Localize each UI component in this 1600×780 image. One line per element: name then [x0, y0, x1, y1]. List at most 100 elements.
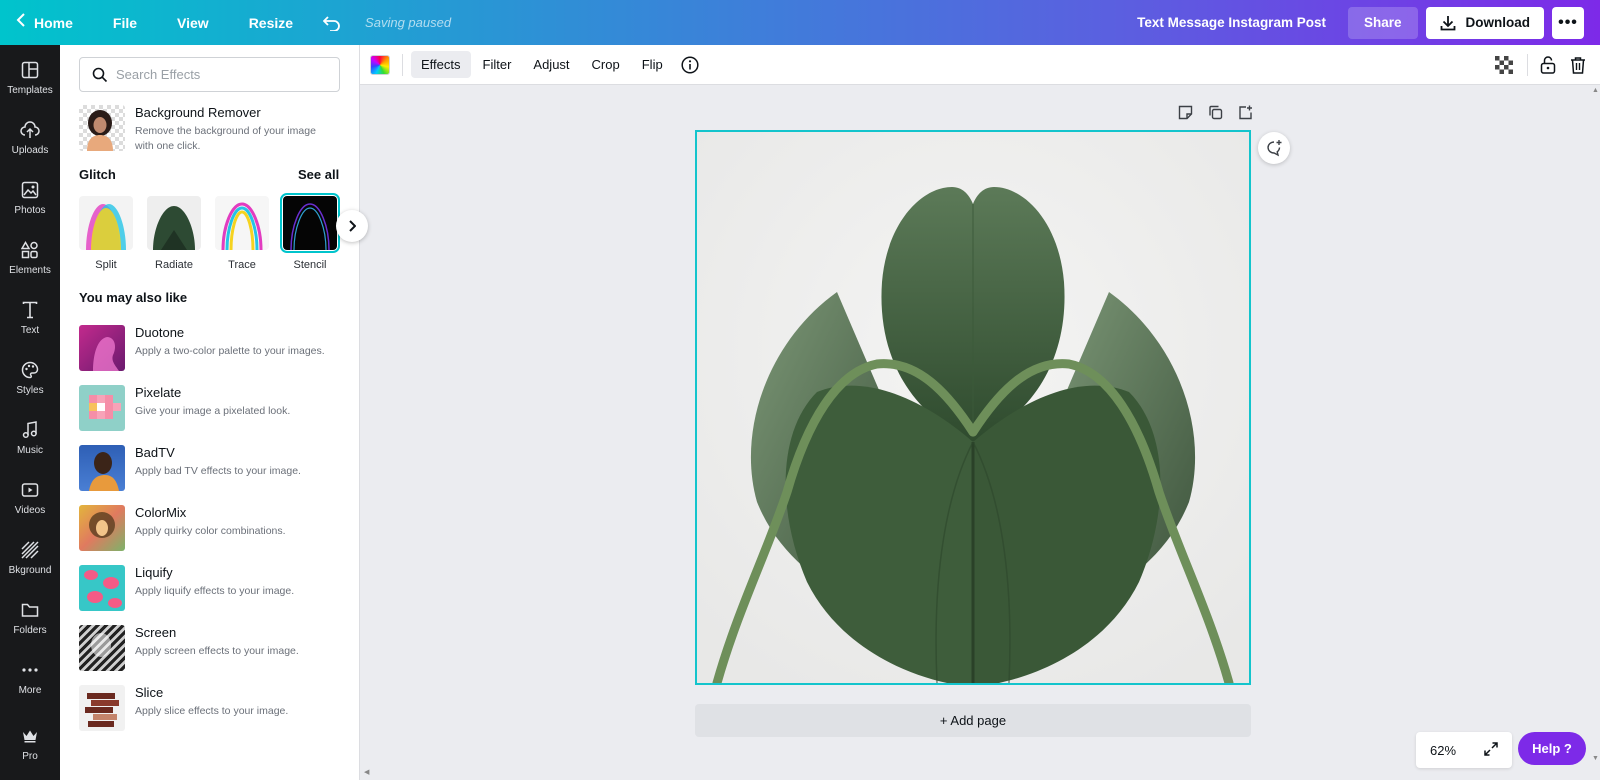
photos-icon	[21, 179, 39, 201]
undo-button[interactable]	[313, 0, 351, 45]
page-notes-button[interactable]	[1170, 105, 1200, 120]
fullscreen-button[interactable]	[1484, 741, 1498, 759]
effect-colormix[interactable]: ColorMix Apply quirky color combinations.	[79, 505, 349, 553]
rail-item-text[interactable]: Text	[0, 295, 60, 351]
download-label: Download	[1465, 15, 1531, 30]
lock-button[interactable]	[1540, 56, 1556, 74]
text-icon	[22, 299, 38, 321]
adjust-tab[interactable]: Adjust	[523, 51, 579, 78]
background-icon	[21, 539, 39, 561]
zoom-level[interactable]: 62%	[1430, 743, 1456, 758]
glitch-stencil-tile[interactable]	[280, 193, 340, 253]
scroll-down-icon[interactable]: ▼	[1592, 755, 1599, 762]
glitch-label: Trace	[228, 259, 256, 271]
rail-item-more[interactable]: More	[0, 655, 60, 711]
home-button[interactable]: Home	[0, 0, 83, 45]
effect-pixelate[interactable]: Pixelate Give your image a pixelated look…	[79, 385, 349, 433]
colormix-thumbnail	[79, 505, 125, 551]
duplicate-page-button[interactable]	[1200, 105, 1230, 120]
effects-panel: Background Remover Remove the background…	[60, 45, 368, 780]
effect-slice[interactable]: Slice Apply slice effects to your image.	[79, 685, 349, 733]
page-actions	[1170, 105, 1260, 120]
info-icon	[681, 55, 699, 74]
effects-tab[interactable]: Effects	[411, 51, 471, 78]
effect-screen[interactable]: Screen Apply screen effects to your image…	[79, 625, 349, 673]
more-options-button[interactable]: •••	[1552, 6, 1584, 39]
folders-icon	[21, 599, 39, 621]
add-page-button-small[interactable]	[1230, 105, 1260, 120]
design-title[interactable]: Text Message Instagram Post	[1137, 15, 1326, 30]
search-box[interactable]	[79, 57, 340, 92]
background-remover-desc: Remove the background of your image with …	[135, 125, 316, 152]
undo-icon	[323, 15, 340, 31]
transparency-button[interactable]	[1495, 56, 1513, 74]
glitch-trace-tile[interactable]	[215, 196, 269, 250]
slice-thumbnail	[79, 685, 125, 731]
vertical-scrollbar[interactable]: ▲ ▼	[1590, 85, 1600, 780]
share-button[interactable]: Share	[1347, 6, 1418, 39]
scroll-up-icon[interactable]: ▲	[1592, 87, 1599, 94]
effect-badtv[interactable]: BadTV Apply bad TV effects to your image.	[79, 445, 349, 493]
rail-item-videos[interactable]: Videos	[0, 475, 60, 531]
rail-label: More	[18, 685, 42, 696]
add-page-button[interactable]: + Add page	[695, 704, 1251, 737]
glitch-label: Split	[95, 259, 117, 271]
rail-label: Bkground	[8, 565, 52, 576]
effect-name: Duotone	[135, 325, 185, 340]
effect-name: Screen	[135, 625, 177, 640]
download-icon	[1440, 15, 1456, 31]
zoom-control: 62%	[1416, 732, 1512, 768]
scroll-left-icon[interactable]: ◀	[364, 768, 369, 776]
rail-label: Elements	[9, 265, 51, 276]
delete-button[interactable]	[1570, 56, 1586, 74]
rail-item-background[interactable]: Bkground	[0, 535, 60, 591]
chevron-right-icon	[349, 220, 356, 232]
rail-item-elements[interactable]: Elements	[0, 235, 60, 291]
top-bar: Home File View Resize Saving paused Text…	[0, 0, 1600, 45]
rail-item-styles[interactable]: Styles	[0, 355, 60, 411]
liquify-thumbnail	[79, 565, 125, 611]
search-input[interactable]	[116, 67, 316, 82]
rail-item-pro[interactable]: Pro	[0, 721, 60, 777]
glitch-label: Radiate	[155, 259, 193, 271]
file-menu[interactable]: File	[103, 0, 147, 45]
effect-name: Slice	[135, 685, 164, 700]
background-remover-name: Background Remover	[135, 105, 261, 120]
effect-desc: Apply slice effects to your image.	[135, 705, 289, 717]
rail-item-templates[interactable]: Templates	[0, 55, 60, 111]
note-icon	[1178, 105, 1192, 120]
rail-label: Music	[16, 445, 44, 456]
rail-item-uploads[interactable]: Uploads	[0, 115, 60, 171]
help-button[interactable]: Help ?	[1518, 732, 1586, 765]
carousel-next-button[interactable]	[336, 210, 368, 242]
glitch-split-tile[interactable]	[79, 196, 133, 250]
elements-icon	[21, 239, 39, 261]
info-button[interactable]	[681, 55, 699, 74]
trash-icon	[1571, 57, 1585, 74]
download-button[interactable]: Download	[1425, 6, 1544, 39]
plant-leaves-image[interactable]	[697, 132, 1249, 683]
background-remover-option[interactable]: Background Remover Remove the background…	[79, 105, 349, 153]
see-all-link[interactable]: See all	[298, 167, 339, 182]
rail-item-photos[interactable]: Photos	[0, 175, 60, 231]
saving-status: Saving paused	[365, 15, 452, 30]
resize-menu[interactable]: Resize	[239, 0, 303, 45]
view-menu[interactable]: View	[167, 0, 219, 45]
pixelate-thumbnail	[79, 385, 125, 431]
glitch-radiate-tile[interactable]	[147, 196, 201, 250]
filter-tab[interactable]: Filter	[473, 51, 522, 78]
also-like-title: You may also like	[79, 290, 188, 305]
rail-item-folders[interactable]: Folders	[0, 595, 60, 651]
effect-liquify[interactable]: Liquify Apply liquify effects to your ima…	[79, 565, 349, 613]
effect-desc: Apply liquify effects to your image.	[135, 585, 295, 597]
color-swatch-button[interactable]	[370, 54, 390, 75]
design-canvas[interactable]	[695, 130, 1251, 685]
chevron-left-icon	[16, 13, 26, 32]
effect-name: Pixelate	[135, 385, 182, 400]
flip-tab[interactable]: Flip	[632, 51, 673, 78]
rail-item-music[interactable]: Music	[0, 415, 60, 471]
add-comment-button[interactable]	[1258, 132, 1290, 164]
effect-desc: Give your image a pixelated look.	[135, 405, 291, 417]
crop-tab[interactable]: Crop	[582, 51, 630, 78]
effect-duotone[interactable]: Duotone Apply a two-color palette to your…	[79, 325, 349, 373]
